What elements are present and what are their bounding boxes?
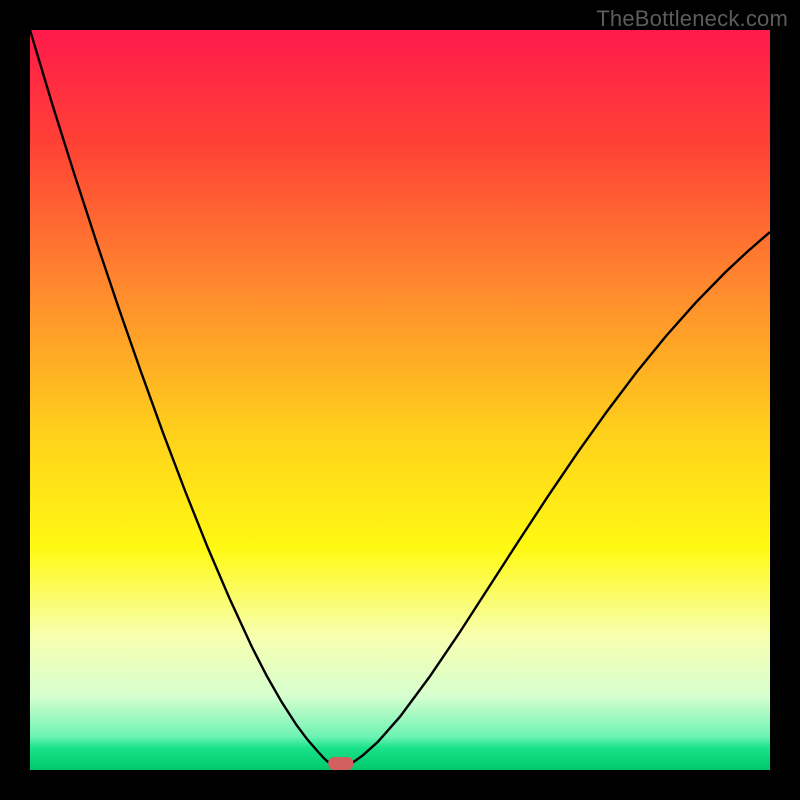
- min-marker: [328, 757, 353, 770]
- chart-frame: TheBottleneck.com: [0, 0, 800, 800]
- gradient-background: [30, 30, 770, 770]
- chart-svg: [30, 30, 770, 770]
- plot-area: [30, 30, 770, 770]
- watermark-text: TheBottleneck.com: [596, 6, 788, 32]
